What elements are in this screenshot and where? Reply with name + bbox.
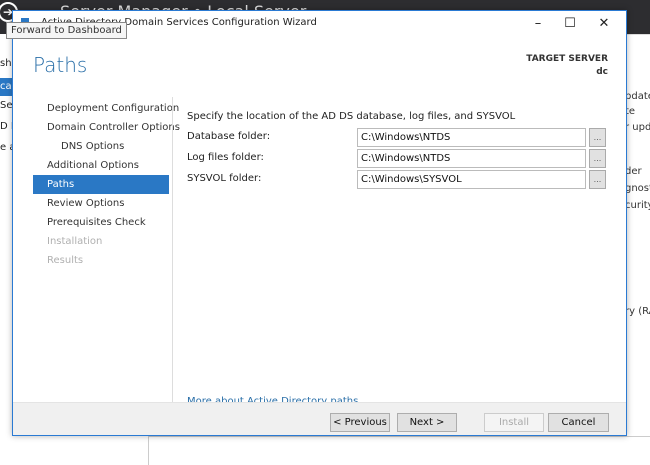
property-text: ry (RA — [627, 306, 650, 317]
property-text: gnost — [627, 183, 650, 194]
property-text: te — [627, 106, 636, 117]
database-folder-row: Database folder: ... — [187, 128, 607, 149]
sysvol-folder-row: SYSVOL folder: ... — [187, 170, 607, 191]
target-server-label: TARGET SERVER — [526, 54, 608, 64]
sysvol-folder-label: SYSVOL folder: — [187, 173, 262, 184]
description: Specify the location of the AD DS databa… — [187, 111, 516, 122]
background-panel — [148, 436, 650, 465]
nav-domain-controller-options[interactable]: Domain Controller Options — [33, 118, 180, 137]
previous-button[interactable]: < Previous — [330, 413, 390, 432]
cancel-button[interactable]: Cancel — [548, 413, 609, 432]
property-text: der — [627, 166, 642, 177]
server-manager-sidebar: shb cal Se D DS e ar — [0, 34, 12, 465]
log-files-folder-row: Log files folder: ... — [187, 149, 607, 170]
property-text: pdates — [627, 91, 650, 102]
sysvol-folder-input[interactable] — [357, 170, 586, 189]
sidebar-item[interactable]: Se — [0, 100, 12, 111]
nav-dns-options[interactable]: DNS Options — [33, 137, 169, 156]
configuration-wizard-dialog: Active Directory Domain Services Configu… — [12, 10, 627, 436]
install-button: Install — [484, 413, 544, 432]
paths-content: Specify the location of the AD DS databa… — [187, 111, 607, 191]
maximize-icon[interactable]: ☐ — [553, 13, 587, 35]
database-folder-input[interactable] — [357, 128, 586, 147]
next-button[interactable]: Next > — [397, 413, 457, 432]
property-text: r upda — [627, 122, 650, 133]
property-text: curity — [627, 200, 650, 211]
log-files-folder-input[interactable] — [357, 149, 586, 168]
wizard-footer: < Previous Next > Install Cancel — [13, 402, 626, 435]
log-files-folder-label: Log files folder: — [187, 152, 264, 163]
database-folder-browse-button[interactable]: ... — [589, 128, 606, 147]
server-manager-properties: pdates te r upda der gnost curity ry (RA — [627, 34, 650, 465]
nav-additional-options[interactable]: Additional Options — [33, 156, 169, 175]
nav-results: Results — [47, 255, 84, 266]
nav-installation: Installation — [47, 236, 103, 247]
target-server-name: dc — [596, 67, 608, 77]
database-folder-label: Database folder: — [187, 131, 271, 142]
log-files-folder-browse-button[interactable]: ... — [589, 149, 606, 168]
sidebar-item[interactable]: e ar — [0, 142, 12, 153]
nav-prerequisites-check[interactable]: Prerequisites Check — [33, 213, 169, 232]
sidebar-item-selected[interactable]: cal — [0, 78, 12, 96]
nav-deployment-configuration[interactable]: Deployment Configuration — [33, 99, 179, 118]
minimize-icon[interactable]: – — [521, 13, 555, 35]
page-title: Paths — [33, 53, 88, 77]
sysvol-folder-browse-button[interactable]: ... — [589, 170, 606, 189]
tooltip: Forward to Dashboard — [6, 22, 127, 39]
nav-review-options[interactable]: Review Options — [33, 194, 169, 213]
target-server: TARGET SERVER dc — [526, 53, 608, 79]
sidebar-item[interactable]: shb — [0, 58, 12, 69]
close-icon[interactable]: ✕ — [587, 13, 621, 35]
sidebar-item[interactable]: D DS — [0, 121, 12, 132]
wizard-nav: Deployment Configuration Domain Controll… — [33, 99, 180, 270]
nav-paths[interactable]: Paths — [33, 175, 169, 194]
divider — [172, 97, 173, 409]
